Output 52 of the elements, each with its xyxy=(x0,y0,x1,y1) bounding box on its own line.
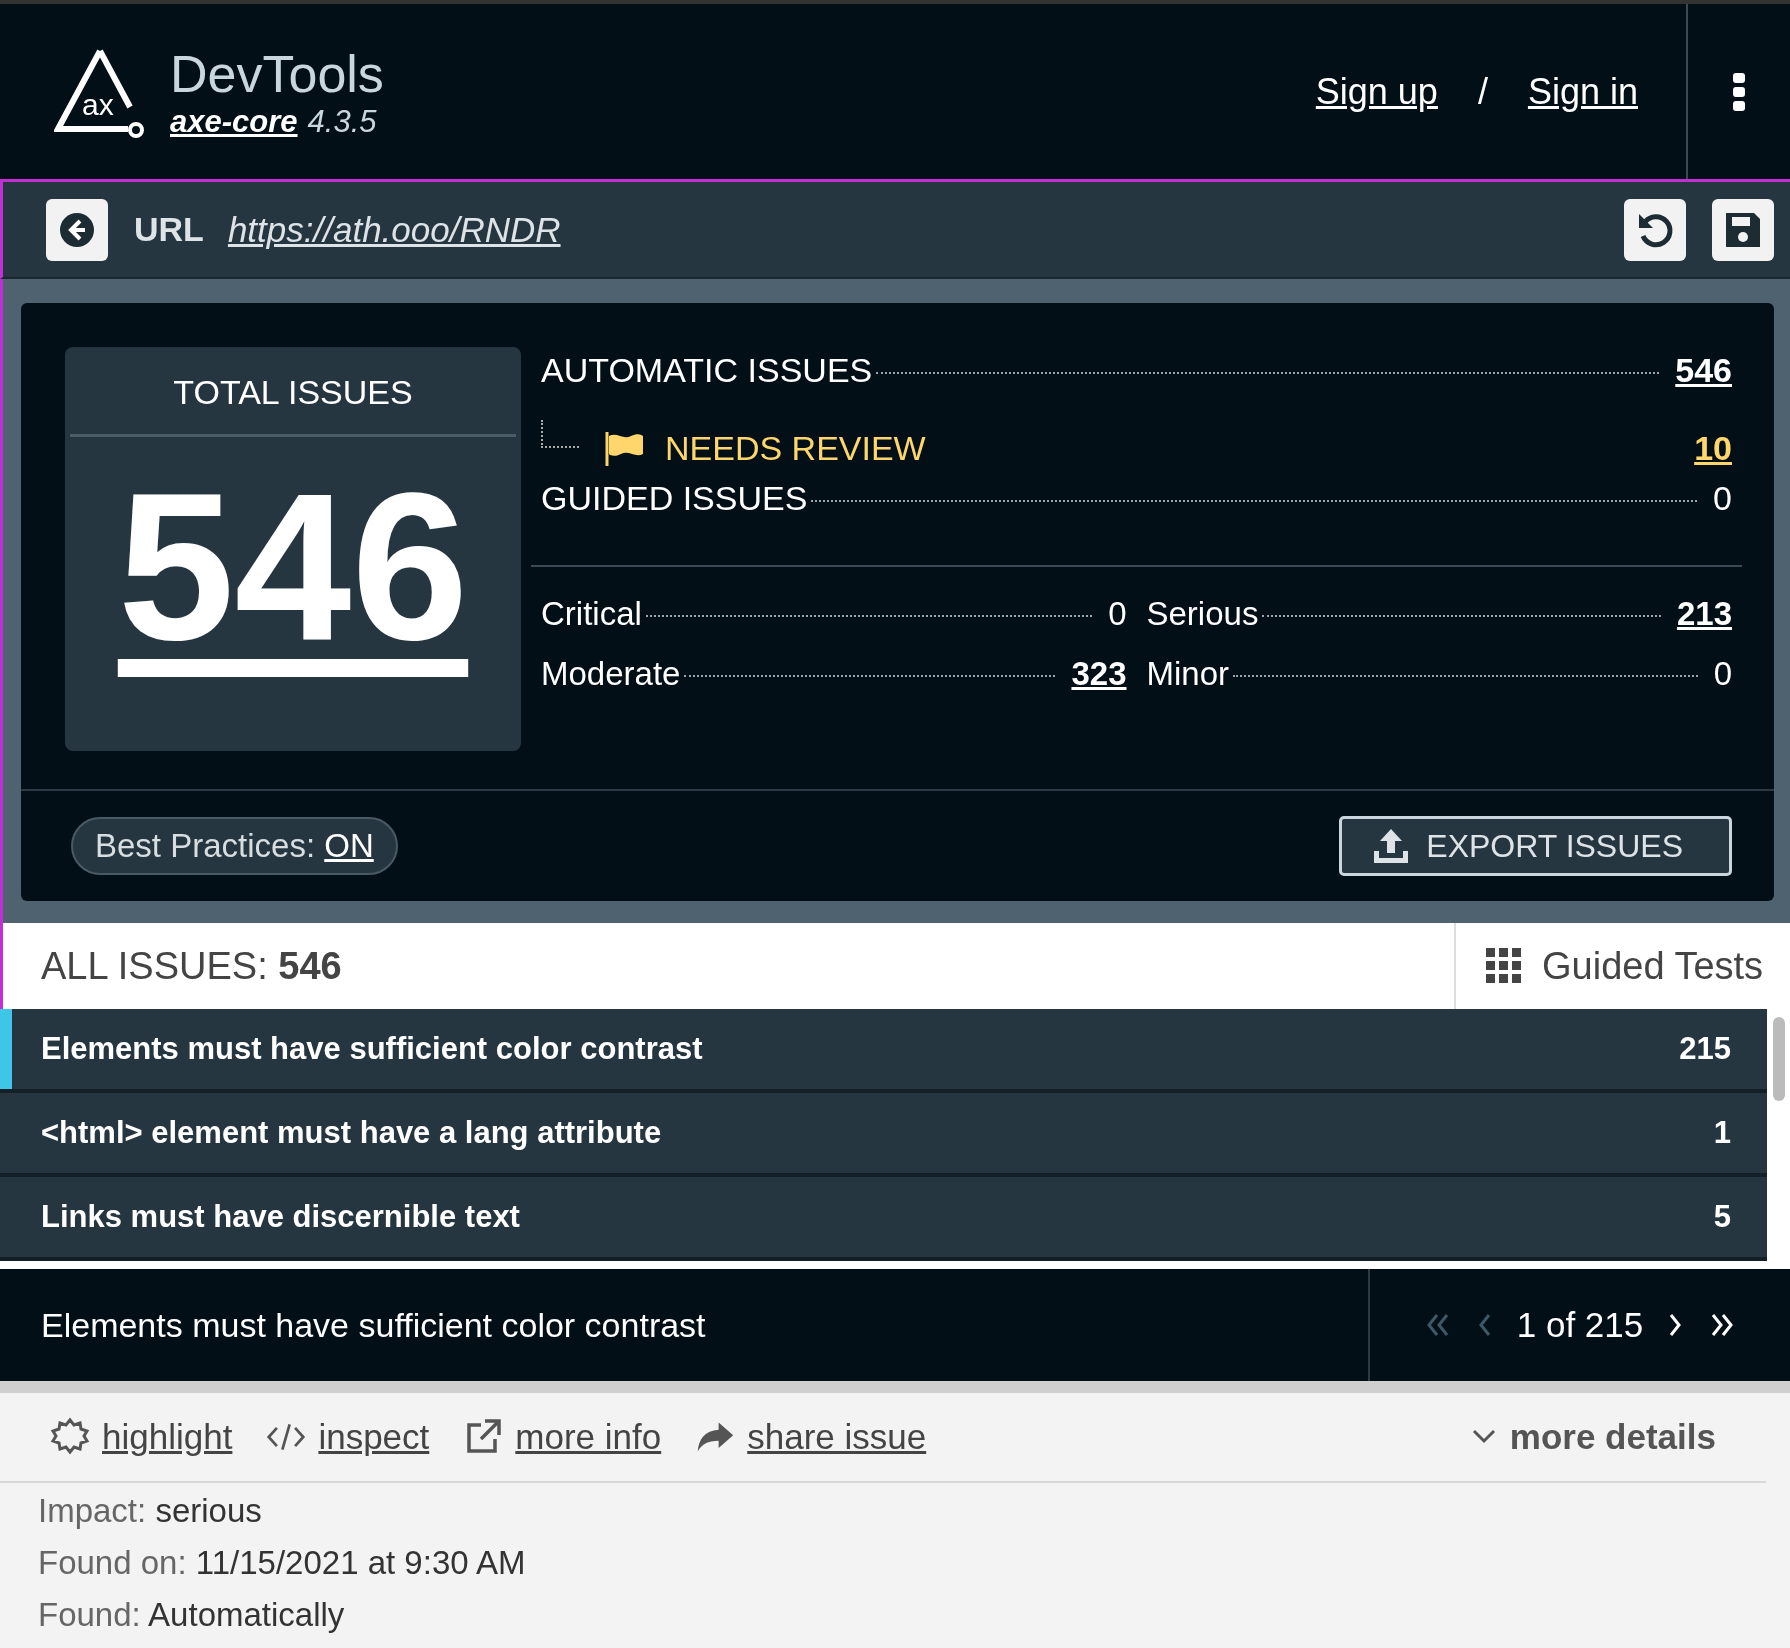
menu-icon xyxy=(1732,71,1746,112)
detail-line: Impact: serious xyxy=(38,1491,263,1531)
more-info-link[interactable]: more info xyxy=(463,1417,662,1457)
page-position: 1 of 215 xyxy=(1516,1305,1644,1345)
refresh-button[interactable] xyxy=(1624,198,1686,261)
app-title: DevTools xyxy=(170,43,384,104)
scrollbar-thumb[interactable] xyxy=(1772,1017,1785,1101)
impact-label: Serious xyxy=(1146,595,1259,633)
impact-label: Minor xyxy=(1146,655,1230,693)
best-practices-toggle[interactable]: Best Practices: ON xyxy=(71,817,398,875)
share-link[interactable]: share issue xyxy=(695,1417,927,1457)
detail-line: Found on: 11/15/2021 at 9:30 AM xyxy=(38,1543,527,1583)
version-label: 4.3.5 xyxy=(307,103,377,140)
issue-row[interactable]: Elements must have sufficient color contrast 215 xyxy=(0,1009,1767,1093)
save-button[interactable] xyxy=(1712,198,1774,261)
detail-line: Found: Automatically xyxy=(38,1595,346,1635)
export-issues-button[interactable]: EXPORT ISSUES xyxy=(1339,816,1732,876)
highlight-link[interactable]: highlight xyxy=(50,1417,233,1457)
guided-issues-label: GUIDED ISSUES xyxy=(541,479,808,518)
logo: ax xyxy=(54,44,148,139)
current-issue-title: Elements must have sufficient color contrast xyxy=(41,1305,707,1345)
flag-icon xyxy=(603,430,645,466)
automatic-issues-label: AUTOMATIC ISSUES xyxy=(541,351,873,390)
chevron-icon xyxy=(1471,1429,1496,1445)
back-button[interactable] xyxy=(46,198,108,261)
product-link[interactable]: axe-core xyxy=(170,103,298,140)
sign-in-link[interactable]: Sign in xyxy=(1527,70,1638,113)
url-label: URL xyxy=(134,210,204,249)
separator-text: / xyxy=(1477,70,1488,113)
issue-count: 0 xyxy=(1108,595,1127,633)
impact-label: Critical xyxy=(541,595,642,633)
upload-icon xyxy=(1372,827,1411,865)
connector-line xyxy=(541,420,579,448)
issue-count[interactable]: 323 xyxy=(1071,655,1127,693)
inspect-link[interactable]: inspect xyxy=(266,1417,430,1457)
issue-count: 0 xyxy=(1713,479,1732,518)
impact-label: Moderate xyxy=(541,655,681,693)
grid-icon xyxy=(1486,948,1522,984)
total-issues-count[interactable]: 546 xyxy=(117,457,469,678)
issue-row[interactable]: <html> element must have a lang attribute 1 xyxy=(0,1093,1767,1177)
issue-count[interactable]: 10 xyxy=(1694,428,1732,468)
issue-count[interactable]: 546 xyxy=(1675,351,1732,390)
more-details-toggle[interactable]: more details xyxy=(1471,1417,1716,1457)
issue-count[interactable]: 213 xyxy=(1676,595,1732,633)
total-issues-label: TOTAL ISSUES xyxy=(173,372,413,413)
sign-up-link[interactable]: Sign up xyxy=(1315,70,1438,113)
issue-row[interactable]: Links must have discernible text 5 xyxy=(0,1177,1767,1261)
needs-review-label: NEEDS REVIEW xyxy=(665,428,926,468)
all-issues-heading: ALL ISSUES: 546 xyxy=(41,944,343,988)
url-link[interactable]: https://ath.ooo/RNDR xyxy=(227,209,561,250)
issue-count: 0 xyxy=(1713,655,1732,693)
sun-icon xyxy=(50,1417,90,1457)
